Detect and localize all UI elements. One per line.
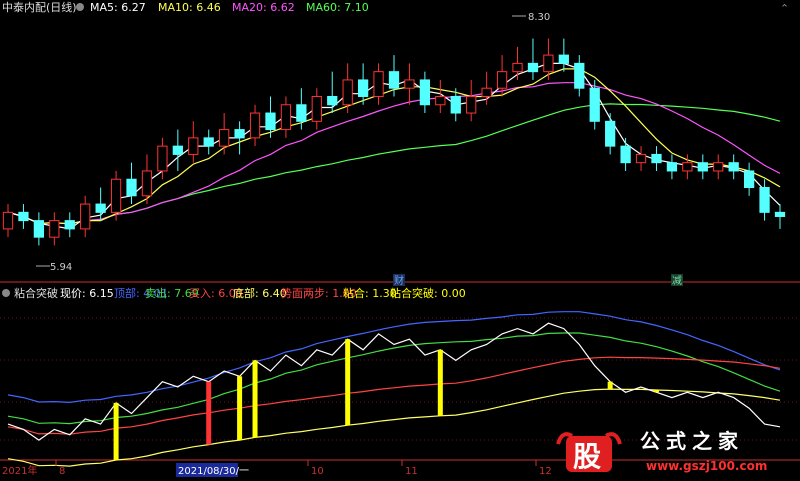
watermark-site-name: 公式之家 — [640, 429, 744, 453]
x-label-2: 2021/08/30/一 — [178, 466, 249, 477]
high-marker: 8.30 — [528, 12, 550, 23]
x-label-5: 12 — [539, 466, 552, 477]
x-label-1: 8 — [59, 466, 65, 477]
sell-band — [7, 332, 781, 425]
top-band — [7, 311, 781, 404]
event-marker-financial-label: 财 — [394, 274, 404, 287]
candle-body — [157, 145, 168, 172]
candle-body — [2, 211, 14, 230]
candle-body — [49, 220, 60, 238]
watermark-logo: 股 — [573, 440, 601, 473]
candle-body — [18, 211, 29, 222]
candle-body — [80, 203, 91, 230]
candle-body — [543, 54, 554, 73]
candle-body — [249, 112, 261, 139]
candle-body — [172, 145, 183, 155]
candle-body — [496, 71, 508, 89]
candle-body — [574, 62, 585, 89]
candle-body — [589, 87, 600, 122]
candle-body — [774, 211, 786, 217]
candle-body — [527, 62, 539, 73]
signal-bar — [237, 376, 243, 441]
candle-body — [682, 162, 693, 172]
candle-body — [280, 104, 292, 131]
legend-price: 现价: 6.15 — [60, 287, 114, 300]
candle-body — [234, 129, 245, 139]
candle-body — [33, 220, 45, 238]
candle-body — [435, 95, 446, 106]
watermark: 股 公式之家 www.gszj100.com — [556, 429, 767, 473]
candle-body — [327, 95, 338, 106]
candle-body — [450, 95, 461, 114]
candle-body — [666, 162, 678, 172]
watermark-url: www.gszj100.com — [646, 459, 767, 473]
candle-body — [620, 145, 631, 164]
candle-body — [651, 153, 662, 164]
candle-body — [605, 120, 616, 147]
candle-body — [203, 137, 214, 147]
candle-body — [141, 170, 153, 197]
x-label-0: 2021年 — [2, 464, 37, 477]
candle-body — [728, 162, 739, 172]
collapse-chevron-icon[interactable]: ⌃ — [780, 2, 789, 15]
legend-bottom: 底部: 6.40 — [233, 286, 287, 300]
candle-body — [311, 95, 322, 122]
candle-body — [697, 162, 708, 172]
candle-body — [419, 79, 431, 106]
indicator-title: 粘合突破 — [14, 286, 58, 300]
indicator-settings-gear-icon[interactable] — [2, 289, 10, 297]
signal-bar — [206, 381, 212, 445]
candle-body — [759, 187, 770, 213]
candle-body — [342, 79, 353, 106]
candle-body — [110, 178, 122, 213]
candle-body — [481, 87, 492, 97]
ma60-path — [7, 103, 781, 225]
candle-body — [713, 162, 724, 172]
event-marker-reduction-label: 减 — [672, 275, 682, 287]
signal-bar — [113, 402, 119, 460]
signal-bar — [437, 349, 443, 416]
candle-body — [558, 54, 569, 64]
x-label-3: 10 — [311, 466, 324, 477]
x-label-4: 11 — [405, 466, 418, 477]
candle-body — [357, 79, 369, 97]
candle-body — [512, 62, 523, 73]
candle-body — [296, 104, 307, 122]
candle-body — [404, 79, 415, 89]
candle-body — [219, 129, 230, 147]
candle-body — [64, 220, 75, 230]
candle-body — [265, 112, 276, 131]
candle-body — [188, 137, 199, 155]
ma20-path — [7, 82, 781, 225]
main-title: 中泰内配(日线) — [2, 0, 77, 14]
ma5-label: MA5: 6.27 — [90, 1, 146, 14]
ma60-line — [7, 103, 781, 225]
legend-bond: 粘合: 1.30 — [343, 286, 397, 300]
ma60-label: MA60: 7.10 — [306, 1, 369, 14]
candle-body — [743, 170, 755, 189]
candle-body — [95, 203, 106, 213]
ma20-label: MA20: 6.62 — [232, 1, 295, 14]
candlesticks — [2, 38, 786, 246]
candle-body — [388, 71, 400, 89]
candle-body — [126, 178, 137, 197]
signal-bar — [252, 360, 258, 438]
candle-body — [635, 153, 647, 164]
price-line — [7, 322, 781, 441]
settings-gear-icon[interactable] — [76, 3, 84, 11]
signal-bar — [345, 339, 351, 426]
signal-bar — [607, 381, 613, 390]
ma10-label: MA10: 6.46 — [158, 1, 221, 14]
stock-chart: 中泰内配(日线) MA5: 6.27 MA10: 6.46 MA20: 6.62… — [0, 0, 800, 477]
legend-breakout: 粘合突破: 0.00 — [390, 286, 466, 300]
candle-body — [373, 71, 384, 97]
ma20-line — [7, 82, 781, 225]
candle-body — [466, 95, 477, 114]
signal-bar — [653, 389, 659, 393]
low-marker: 5.94 — [50, 262, 72, 273]
